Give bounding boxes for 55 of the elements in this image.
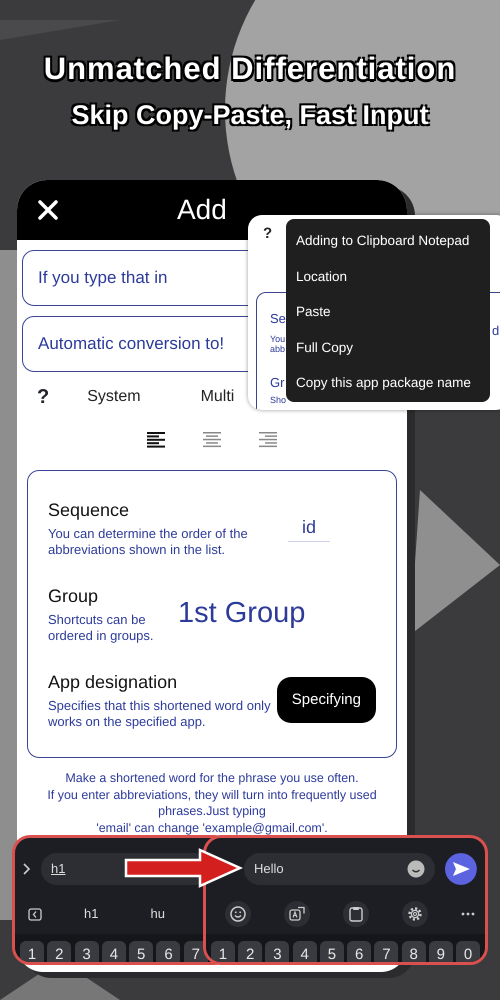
text-fragment: Sho xyxy=(270,395,286,405)
align-center-icon[interactable] xyxy=(203,432,221,448)
close-icon[interactable] xyxy=(37,199,59,221)
keyboard-key[interactable]: 7 xyxy=(374,941,398,962)
setting-title: Group xyxy=(48,585,100,608)
keyboard-key[interactable]: 9 xyxy=(428,941,453,962)
headline: Unmatched Differentiation xyxy=(44,50,456,88)
subheadline: Skip Copy-Paste, Fast Input xyxy=(71,99,429,132)
text-input[interactable]: Hello xyxy=(244,853,436,885)
keyboard-key[interactable]: 2 xyxy=(238,941,262,962)
suggestion[interactable]: h1 xyxy=(84,904,98,924)
settings-icon[interactable] xyxy=(407,906,423,922)
tab[interactable]: System xyxy=(87,385,141,409)
keyboard-key[interactable]: 4 xyxy=(292,941,317,962)
more-icon[interactable] xyxy=(461,912,475,916)
smiley-icon[interactable] xyxy=(230,906,246,922)
keyboard-key[interactable]: 0 xyxy=(456,941,480,962)
text-fragment: d xyxy=(492,324,500,338)
keyboard-key[interactable]: 6 xyxy=(156,941,180,962)
dialog-title: Add xyxy=(177,193,227,227)
align-right-icon[interactable] xyxy=(259,432,277,448)
suggestion[interactable]: hu xyxy=(150,904,165,924)
align-left-icon[interactable] xyxy=(147,432,165,448)
keyboard-key[interactable]: 8 xyxy=(402,941,426,962)
input-field[interactable]: id xyxy=(288,514,330,542)
group-selector[interactable]: 1st Group xyxy=(178,592,306,636)
keyboard-key[interactable]: 2 xyxy=(47,941,72,962)
keyboard-key[interactable]: 1 xyxy=(20,941,44,962)
setting-description: Specifies that this shortened word only works on the specified app. xyxy=(48,698,272,730)
text-fragment: abb xyxy=(270,344,286,354)
setting-title: Sequence xyxy=(48,499,130,522)
help-text: Make a shortened word for the phrase you use often. If you enter abbreviations, they will turn into frequently used phrases.Just typing 'email' can change 'example@gmail.com'. xyxy=(46,770,378,836)
keyboard-key[interactable]: 4 xyxy=(102,941,126,962)
keyboard-key[interactable]: 5 xyxy=(320,941,344,962)
send-button[interactable] xyxy=(445,853,477,885)
keyboard-key[interactable]: 3 xyxy=(74,941,99,962)
clipboard-icon[interactable] xyxy=(349,906,363,922)
keyboard-key[interactable]: 6 xyxy=(347,941,372,962)
specify-button[interactable]: Specifying xyxy=(276,676,376,724)
setting-description: Shortcuts can be ordered in groups. xyxy=(48,612,155,644)
help-button[interactable]: ? xyxy=(263,223,272,246)
setting-description: You can determine the order of the abbreviations shown in the list. xyxy=(48,526,249,558)
text-fragment: You xyxy=(270,334,286,344)
translate-icon[interactable] xyxy=(289,906,305,922)
help-button[interactable]: ? xyxy=(37,382,50,412)
keyboard-key[interactable]: 1 xyxy=(211,941,235,962)
text-fragment: Gr xyxy=(270,376,284,390)
keyboard-key[interactable]: 5 xyxy=(129,941,154,962)
keyboard-key[interactable]: 3 xyxy=(265,941,290,962)
chevron-right-icon[interactable] xyxy=(23,863,31,875)
back-icon[interactable] xyxy=(28,908,42,920)
setting-title: App designation xyxy=(48,671,178,694)
smiley-icon[interactable] xyxy=(407,860,426,878)
tab[interactable]: Multi xyxy=(200,385,234,409)
input-text: Hello xyxy=(254,860,284,878)
